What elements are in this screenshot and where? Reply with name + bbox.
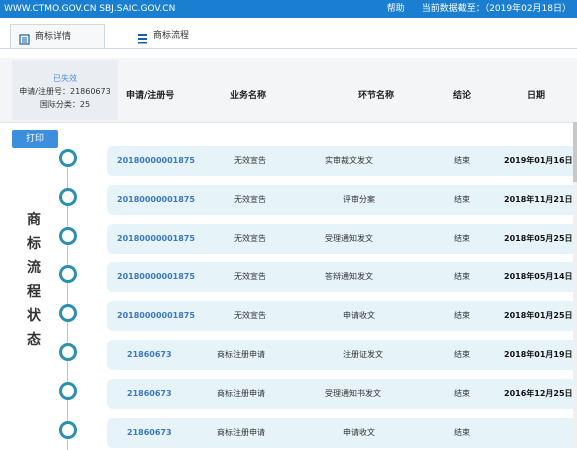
tab-label: 商标流程	[153, 31, 190, 41]
row-number: 20180000001875	[117, 156, 195, 165]
row-date: 2018年01月25日	[504, 311, 573, 320]
registration-number: 申请/注册号：21860673	[19, 87, 111, 96]
row-step: 注册证发文	[343, 350, 383, 359]
tab-trademark-details[interactable]: 商标详情	[10, 24, 105, 48]
help-link[interactable]: 帮助	[387, 4, 405, 14]
process-row: 21860673 商标注册申请 注册证发文 结束 2018年01月19日	[107, 340, 577, 370]
tab-label: 商标详情	[35, 32, 72, 42]
row-number: 20180000001875	[117, 195, 195, 204]
row-business: 商标注册申请	[217, 350, 265, 359]
row-result: 结束	[454, 311, 470, 320]
process-row: 21860673 商标注册申请 受理通知书发文 结束 2016年12月25日	[107, 379, 577, 409]
row-number: 21860673	[127, 350, 172, 359]
row-step: 评审分案	[343, 195, 375, 204]
row-result: 结束	[454, 428, 470, 437]
timeline-node	[59, 304, 77, 322]
col-header-business: 业务名称	[230, 91, 267, 101]
list-icon	[137, 30, 148, 44]
tab-bar: 商标详情 商标流程	[0, 18, 577, 49]
scrollbar-thumb[interactable]	[573, 122, 577, 182]
row-date: 2016年12月25日	[504, 389, 573, 398]
row-business: 商标注册申请	[217, 389, 265, 398]
row-business: 无效宣告	[234, 311, 266, 320]
row-number: 20180000001875	[117, 311, 195, 320]
row-business: 无效宣告	[234, 156, 266, 165]
row-result: 结束	[454, 389, 470, 398]
top-bar: WWW.CTMO.GOV.CN SBJ.SAIC.GOV.CN 帮助 当前数据截…	[0, 0, 577, 18]
row-step: 受理通知发文	[325, 234, 373, 243]
row-step: 实审裁文发文	[325, 156, 373, 165]
process-row: 20180000001875 无效宣告 申请收文 结束 2018年01月25日	[107, 301, 577, 331]
row-business: 无效宣告	[234, 195, 266, 204]
process-row: 20180000001875 无效宣告 答辩通知发文 结束 2018年05月14日	[107, 262, 577, 292]
col-header-result: 结论	[453, 91, 472, 101]
row-number: 21860673	[127, 428, 172, 437]
row-number: 20180000001875	[117, 234, 195, 243]
process-row: 20180000001875 无效宣告 受理通知发文 结束 2018年05月25日	[107, 224, 577, 254]
row-result: 结束	[454, 234, 470, 243]
status-box: 已失效 申请/注册号：21860673 国际分类：25	[12, 60, 118, 120]
timeline-node	[59, 149, 77, 167]
col-header-date: 日期	[527, 91, 546, 101]
col-header-step: 环节名称	[358, 91, 395, 101]
site-urls: WWW.CTMO.GOV.CN SBJ.SAIC.GOV.CN	[4, 4, 176, 14]
timeline-node	[59, 421, 77, 439]
row-step: 受理通知书发文	[325, 389, 381, 398]
timeline-node	[59, 343, 77, 361]
row-business: 无效宣告	[234, 272, 266, 281]
row-date: 2018年05月25日	[504, 234, 573, 243]
row-result: 结束	[454, 272, 470, 281]
print-button[interactable]: 打印	[12, 130, 58, 148]
timeline-node	[59, 227, 77, 245]
timeline-node	[59, 265, 77, 283]
process-row: 20180000001875 无效宣告 评审分案 结束 2018年11月21日	[107, 185, 577, 215]
row-date: 2019年01月16日	[504, 156, 573, 165]
document-icon	[19, 31, 30, 45]
row-date: 2018年05月14日	[504, 272, 573, 281]
process-status-title: 商 标 流 程 状 态	[27, 212, 41, 348]
row-step: 答辩通知发文	[325, 272, 373, 281]
process-row: 21860673 商标注册申请 申请收文 结束	[107, 418, 577, 448]
row-step: 申请收文	[343, 428, 375, 437]
row-date: 2018年01月19日	[504, 350, 573, 359]
process-row: 20180000001875 无效宣告 实审裁文发文 结束 2019年01月16日	[107, 146, 577, 176]
row-business: 无效宣告	[234, 234, 266, 243]
row-result: 结束	[454, 195, 470, 204]
timeline-node	[59, 382, 77, 400]
international-class: 国际分类：25	[39, 100, 91, 109]
status-state: 已失效	[53, 74, 77, 83]
data-date-label: 当前数据截至：（2019年02月18日）	[421, 4, 571, 14]
row-result: 结束	[454, 350, 470, 359]
row-business: 商标注册申请	[217, 428, 265, 437]
row-date: 2018年11月21日	[504, 195, 573, 204]
row-step: 申请收文	[343, 311, 375, 320]
tab-trademark-process[interactable]: 商标流程	[115, 24, 215, 48]
col-header-number: 申请/注册号	[126, 91, 175, 101]
row-number: 21860673	[127, 389, 172, 398]
timeline-node	[59, 188, 77, 206]
row-number: 20180000001875	[117, 272, 195, 281]
row-result: 结束	[454, 156, 470, 165]
